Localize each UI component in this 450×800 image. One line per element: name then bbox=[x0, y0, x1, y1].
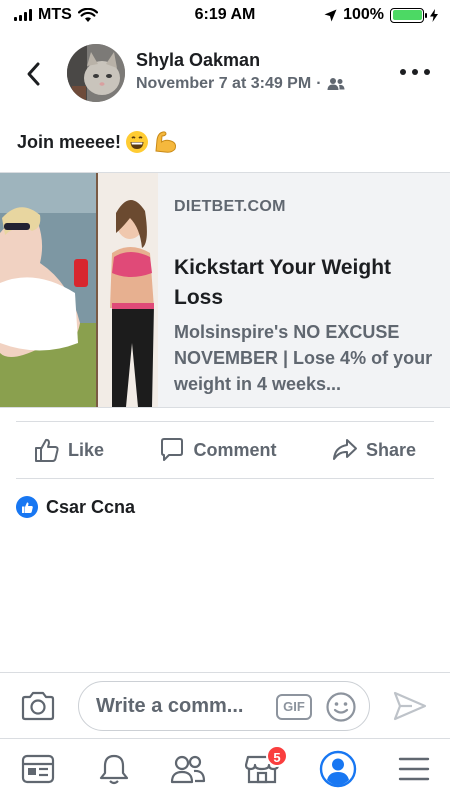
comment-bubble-icon bbox=[161, 438, 184, 461]
more-dot bbox=[412, 69, 418, 75]
like-reaction-icon bbox=[16, 496, 38, 518]
status-bar: MTS 6:19 AM 100% bbox=[0, 0, 450, 32]
camera-icon bbox=[21, 691, 55, 721]
tab-profile[interactable] bbox=[318, 749, 358, 789]
like-button[interactable]: Like bbox=[34, 437, 104, 463]
post-action-bar: Like Comment Share bbox=[16, 421, 434, 479]
emoji-button[interactable] bbox=[325, 691, 357, 728]
friends-icon bbox=[170, 755, 206, 784]
comment-input[interactable]: Write a comm... GIF bbox=[78, 681, 370, 731]
link-preview-card[interactable]: DIETBET.COM Kickstart Your Weight Loss M… bbox=[0, 172, 450, 408]
menu-icon bbox=[398, 757, 430, 781]
grinning-face-emoji-icon bbox=[126, 131, 149, 153]
reaction-name: Csar Ccna bbox=[46, 496, 136, 517]
back-button[interactable] bbox=[20, 60, 48, 88]
post-text-row: Join meeee! bbox=[17, 130, 179, 154]
bottom-tab-bar: 5 bbox=[0, 738, 450, 800]
battery-percent: 100% bbox=[343, 6, 384, 23]
more-dot bbox=[424, 69, 430, 75]
comment-button[interactable]: Comment bbox=[159, 437, 277, 463]
post-text: Join meeee! bbox=[17, 131, 122, 152]
marketplace-badge: 5 bbox=[266, 745, 288, 767]
link-title: Kickstart Your Weight Loss bbox=[174, 256, 392, 309]
avatar[interactable] bbox=[67, 44, 125, 102]
link-description: Molsinspire's NO EXCUSE NOVEMBER | Lose … bbox=[174, 322, 433, 394]
camera-button[interactable] bbox=[20, 690, 56, 727]
comment-label: Comment bbox=[193, 439, 277, 460]
location-arrow-icon bbox=[324, 9, 337, 21]
status-right: 100% bbox=[324, 6, 438, 24]
feed-icon bbox=[21, 754, 55, 784]
comment-placeholder: Write a comm... bbox=[96, 695, 244, 717]
charging-bolt-icon bbox=[430, 8, 438, 22]
author-name[interactable]: Shyla Oakman bbox=[136, 50, 260, 71]
friends-icon bbox=[327, 78, 345, 90]
more-options-button[interactable] bbox=[400, 62, 430, 82]
link-preview-image bbox=[0, 173, 158, 407]
smiley-icon bbox=[326, 692, 356, 722]
tab-notifications[interactable] bbox=[94, 749, 134, 789]
tab-menu[interactable] bbox=[394, 749, 434, 789]
meta-separator: · bbox=[316, 75, 322, 92]
reactions-row[interactable]: Csar Ccna bbox=[16, 496, 135, 518]
post-timestamp[interactable]: November 7 at 3:49 PM bbox=[136, 75, 311, 93]
gif-button[interactable]: GIF bbox=[276, 694, 312, 720]
send-button[interactable] bbox=[392, 690, 428, 727]
before-after-photo bbox=[0, 173, 158, 407]
flexed-biceps-emoji-icon bbox=[155, 131, 177, 153]
profile-icon bbox=[319, 750, 357, 788]
share-button[interactable]: Share bbox=[332, 437, 416, 463]
battery-icon bbox=[390, 7, 427, 23]
comment-composer: Write a comm... GIF bbox=[0, 672, 450, 738]
tab-feed[interactable] bbox=[18, 749, 58, 789]
chevron-left-icon bbox=[27, 62, 40, 86]
share-label: Share bbox=[365, 439, 416, 460]
post-meta: November 7 at 3:49 PM · bbox=[136, 75, 345, 93]
link-domain: DIETBET.COM bbox=[174, 198, 286, 215]
notifications-icon bbox=[99, 754, 129, 785]
more-dot bbox=[400, 69, 406, 75]
send-icon bbox=[393, 691, 427, 721]
avatar-photo bbox=[67, 44, 125, 102]
thumbs-up-icon bbox=[35, 438, 59, 462]
share-arrow-icon bbox=[332, 439, 357, 460]
like-label: Like bbox=[68, 439, 105, 460]
tab-friends[interactable] bbox=[168, 749, 208, 789]
